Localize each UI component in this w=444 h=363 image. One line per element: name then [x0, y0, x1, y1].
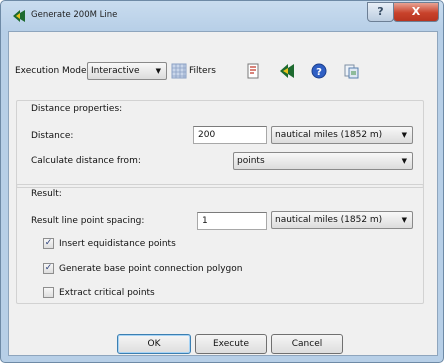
- calc-from-value: points: [237, 156, 265, 166]
- calc-from-label: Calculate distance from:: [31, 156, 141, 166]
- dialog-body: Execution Mode: Interactive ▼ Filters ?: [8, 31, 438, 356]
- help-title-button[interactable]: ?: [367, 2, 394, 22]
- insert-equidistance-checkbox[interactable]: ✓: [43, 238, 54, 249]
- chevron-down-icon: ▼: [155, 67, 161, 75]
- distance-unit-select[interactable]: nautical miles (1852 m) ▼: [271, 126, 413, 144]
- insert-equidistance-label[interactable]: Insert equidistance points: [59, 239, 176, 249]
- app-logo-icon: [13, 10, 25, 22]
- help-icon[interactable]: ?: [311, 63, 327, 79]
- filters-label[interactable]: Filters: [189, 66, 216, 76]
- title-bar[interactable]: Generate 200M Line ? X: [1, 1, 443, 29]
- spacing-label: Result line point spacing:: [31, 216, 145, 226]
- execution-mode-select[interactable]: Interactive ▼: [87, 62, 167, 80]
- chevron-down-icon: ▼: [401, 216, 407, 224]
- generate-polygon-label[interactable]: Generate base point connection polygon: [59, 264, 242, 274]
- chevron-down-icon: ▼: [401, 131, 407, 139]
- copy-icon[interactable]: [343, 63, 359, 79]
- app-logo-icon[interactable]: [279, 63, 295, 79]
- execute-button[interactable]: Execute: [195, 334, 267, 354]
- spacing-unit-select[interactable]: nautical miles (1852 m) ▼: [271, 211, 413, 229]
- close-title-button[interactable]: X: [393, 2, 439, 22]
- window-title: Generate 200M Line: [31, 10, 118, 20]
- generate-polygon-checkbox[interactable]: ✓: [43, 263, 54, 274]
- report-icon[interactable]: [245, 63, 261, 79]
- ok-button[interactable]: OK: [117, 334, 191, 354]
- distance-unit-value: nautical miles (1852 m): [275, 130, 383, 140]
- distance-input[interactable]: 200: [193, 126, 267, 144]
- filters-grid-icon[interactable]: [171, 63, 187, 79]
- dialog-window: Generate 200M Line ? X Execution Mode: I…: [0, 0, 444, 363]
- extract-critical-checkbox[interactable]: [43, 287, 54, 298]
- cancel-button[interactable]: Cancel: [271, 334, 343, 354]
- distance-properties-title: Distance properties:: [31, 104, 123, 114]
- spacing-input[interactable]: 1: [197, 212, 267, 230]
- svg-text:?: ?: [316, 67, 322, 78]
- chevron-down-icon: ▼: [401, 157, 407, 165]
- result-title: Result:: [31, 189, 62, 199]
- spacing-unit-value: nautical miles (1852 m): [275, 215, 383, 225]
- execution-mode-value: Interactive: [91, 66, 140, 76]
- distance-label: Distance:: [31, 131, 74, 141]
- calc-from-select[interactable]: points ▼: [233, 152, 413, 170]
- execution-mode-label: Execution Mode:: [15, 66, 90, 76]
- extract-critical-label[interactable]: Extract critical points: [59, 288, 155, 298]
